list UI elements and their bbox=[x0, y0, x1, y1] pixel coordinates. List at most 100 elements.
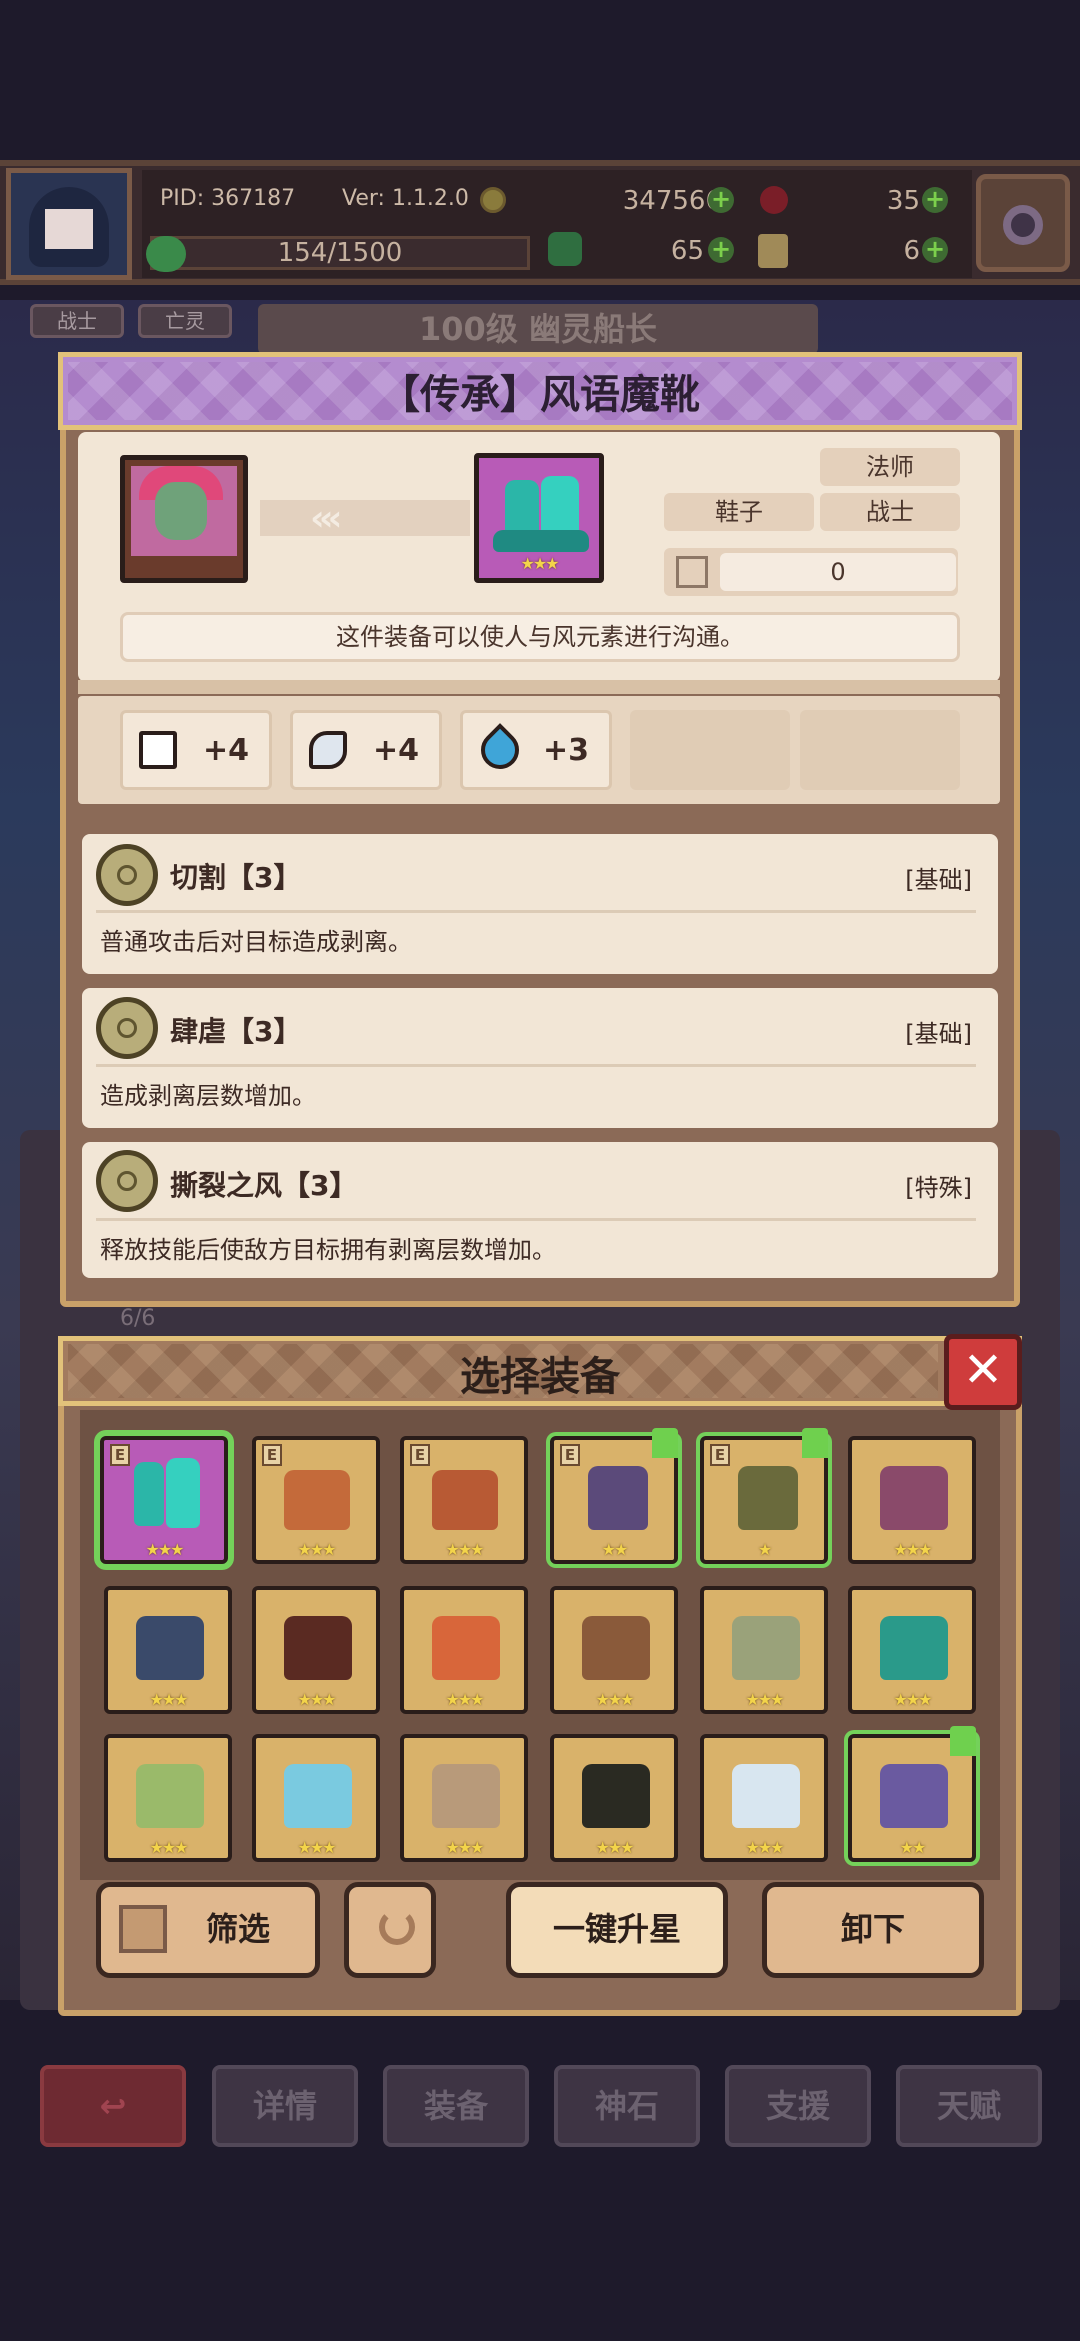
equipped-badge: E bbox=[560, 1444, 580, 1466]
stat-slot-1: +4 bbox=[120, 710, 272, 790]
slot-stars: ★★★ bbox=[297, 1838, 336, 1857]
one-click-upgrade-button[interactable]: 一键升星 bbox=[506, 1882, 728, 1978]
equipment-slot[interactable]: E ★ bbox=[700, 1428, 828, 1564]
slot-stars: ★★★ bbox=[149, 1690, 188, 1709]
skill-icon-2 bbox=[96, 997, 158, 1059]
add-gold-icon[interactable]: + bbox=[708, 187, 734, 213]
stat-value-1: +4 bbox=[203, 733, 250, 768]
equipment-slot[interactable]: ★★★ bbox=[848, 1436, 976, 1564]
equipment-slot[interactable]: ★★★ bbox=[400, 1586, 528, 1714]
close-button[interactable]: ✕ bbox=[944, 1334, 1022, 1410]
slot-stars: ★★★ bbox=[149, 1838, 188, 1857]
equipment-slot[interactable]: E ★★★ bbox=[100, 1436, 228, 1564]
equipment-slot[interactable]: ★★★ bbox=[400, 1734, 528, 1862]
class-tag-undead: 亡灵 bbox=[138, 304, 232, 338]
equipment-slot[interactable]: ★★★ bbox=[104, 1586, 232, 1714]
tab-support[interactable]: 支援 bbox=[725, 2065, 871, 2147]
upgrade-arrow-icon bbox=[652, 1428, 678, 1458]
tag-shoes: 鞋子 bbox=[664, 493, 814, 531]
gear-icon bbox=[1003, 205, 1043, 245]
coin-icon bbox=[480, 187, 506, 213]
item-title: 【传承】风语魔靴 bbox=[380, 372, 700, 418]
game-version: Ver: 1.1.2.0 bbox=[342, 186, 469, 211]
equipment-slot[interactable]: ★★★ bbox=[550, 1586, 678, 1714]
slot-stars: ★★★ bbox=[893, 1540, 932, 1559]
slot-stars: ★★★ bbox=[893, 1690, 932, 1709]
skill-desc-2: 造成剥离层数增加。 bbox=[100, 1082, 316, 1110]
slot-stars: ★★★ bbox=[145, 1540, 184, 1559]
grid-icon bbox=[119, 1905, 167, 1953]
stat-slot-empty-2 bbox=[800, 710, 960, 790]
equipment-slot[interactable]: E ★★★ bbox=[252, 1436, 380, 1564]
unequip-button[interactable]: 卸下 bbox=[762, 1882, 984, 1978]
stat-value-3: +3 bbox=[543, 733, 590, 768]
player-avatar[interactable] bbox=[6, 168, 132, 280]
item-boot-icon: ★★★ bbox=[474, 453, 604, 583]
level-icon bbox=[676, 556, 708, 588]
filter-label: 筛选 bbox=[205, 1910, 270, 1948]
skill-separator-1 bbox=[96, 910, 976, 913]
equipment-slot[interactable]: ★★★ bbox=[700, 1586, 828, 1714]
settings-button[interactable] bbox=[976, 174, 1070, 272]
stat-slot-empty-1 bbox=[630, 710, 790, 790]
item-stars: ★★★ bbox=[520, 554, 559, 573]
filter-button[interactable]: 筛选 bbox=[96, 1882, 320, 1978]
boss-label: 100级 幽灵船长 bbox=[258, 304, 818, 354]
skill-icon-3 bbox=[96, 1150, 158, 1212]
add-key-icon[interactable]: + bbox=[922, 237, 948, 263]
skill-type-2: [基础] bbox=[905, 1020, 972, 1048]
tab-equipment[interactable]: 装备 bbox=[383, 2065, 529, 2147]
slot-stars: ★★★ bbox=[595, 1838, 634, 1857]
tab-divine-stone[interactable]: 神石 bbox=[554, 2065, 700, 2147]
slot-stars: ★★★ bbox=[445, 1690, 484, 1709]
equipment-slot[interactable]: ★★★ bbox=[550, 1734, 678, 1862]
slot-stars: ★★★ bbox=[745, 1838, 784, 1857]
equipped-badge: E bbox=[262, 1444, 282, 1466]
skill-separator-2 bbox=[96, 1064, 976, 1067]
tab-details[interactable]: 详情 bbox=[212, 2065, 358, 2147]
left-arrows-icon: ‹‹‹ bbox=[310, 498, 342, 539]
skill-separator-3 bbox=[96, 1218, 976, 1221]
slot-stars: ★ bbox=[757, 1540, 772, 1559]
equipment-slot[interactable]: E ★★★ bbox=[400, 1436, 528, 1564]
stat-slot-3: +3 bbox=[460, 710, 612, 790]
refresh-button[interactable] bbox=[344, 1882, 436, 1978]
refresh-icon bbox=[379, 1909, 415, 1945]
stat-value-2: +4 bbox=[373, 733, 420, 768]
back-button[interactable]: ↩ bbox=[40, 2065, 186, 2147]
slot-stars: ★★★ bbox=[297, 1690, 336, 1709]
equipment-slot[interactable]: ★★★ bbox=[700, 1734, 828, 1862]
slot-stars: ★★ bbox=[899, 1838, 927, 1857]
skill-desc-1: 普通攻击后对目标造成剥离。 bbox=[100, 928, 412, 956]
ornament-divider bbox=[78, 680, 1000, 694]
slot-stars: ★★★ bbox=[297, 1540, 336, 1559]
equipment-slot[interactable]: ★★ bbox=[848, 1726, 976, 1862]
clover-count: 65 bbox=[670, 236, 704, 266]
tab-talent[interactable]: 天赋 bbox=[896, 2065, 1042, 2147]
equipped-badge: E bbox=[410, 1444, 430, 1466]
skill-type-3: [特殊] bbox=[905, 1174, 972, 1202]
slot-stars: ★★★ bbox=[445, 1838, 484, 1857]
select-title: 选择装备 bbox=[460, 1354, 620, 1400]
equipment-slot[interactable]: ★★★ bbox=[104, 1734, 232, 1862]
equipped-badge: E bbox=[110, 1444, 130, 1466]
slot-stars: ★★ bbox=[601, 1540, 629, 1559]
key-icon bbox=[758, 234, 788, 268]
xp-text: 154/1500 bbox=[277, 238, 403, 268]
equipment-slot[interactable]: ★★★ bbox=[252, 1734, 380, 1862]
equipment-slot[interactable]: ★★★ bbox=[252, 1586, 380, 1714]
slot-stars: ★★★ bbox=[595, 1690, 634, 1709]
player-id: PID: 367187 bbox=[160, 186, 296, 211]
add-gem-icon[interactable]: + bbox=[922, 187, 948, 213]
slot-stars: ★★★ bbox=[445, 1540, 484, 1559]
equipment-slot[interactable]: ★★★ bbox=[848, 1586, 976, 1714]
upgrade-arrow-icon bbox=[950, 1726, 976, 1756]
skill-name-2: 肆虐【3】 bbox=[170, 1015, 302, 1048]
equipped-badge: E bbox=[710, 1444, 730, 1466]
key-count: 6 bbox=[903, 236, 920, 266]
hero-portrait[interactable] bbox=[120, 455, 248, 583]
add-clover-icon[interactable]: + bbox=[708, 237, 734, 263]
gold-count: 347566 bbox=[622, 186, 722, 216]
stat-slot-2: +4 bbox=[290, 710, 442, 790]
equipment-slot[interactable]: E ★★ bbox=[550, 1428, 678, 1564]
